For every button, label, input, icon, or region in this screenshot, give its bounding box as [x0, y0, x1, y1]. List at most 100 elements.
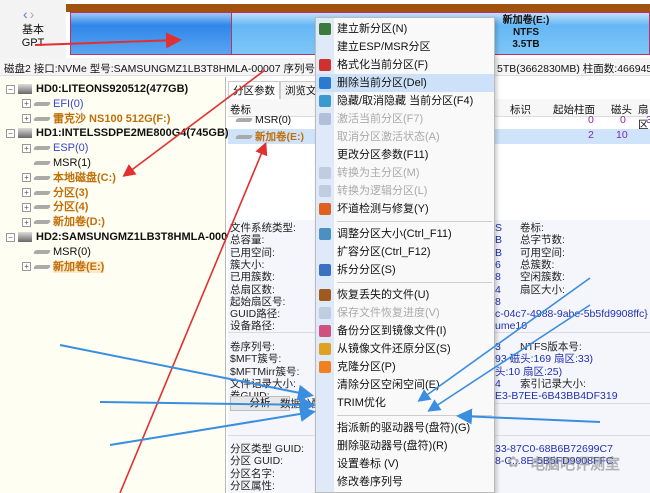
menu-item-label: 指派新的驱动器号(盘符)(G)	[337, 422, 471, 434]
detail-label: 可用空间:	[520, 246, 565, 259]
collapse-icon[interactable]: −	[6, 84, 15, 94]
menu-item-label: 保存文件恢复进度(V)	[337, 307, 440, 319]
detail-label: 总簇数:	[520, 258, 555, 271]
detail-value: 3	[495, 341, 501, 353]
menu-item[interactable]: 清除分区空闲空间(E)	[316, 376, 494, 394]
menu-item[interactable]: TRIM优化	[316, 394, 494, 412]
menu-item: 转换为主分区(M)	[316, 164, 494, 182]
expand-icon[interactable]: +	[22, 99, 31, 109]
menu-item-label: 取消分区激活状态(A)	[337, 131, 440, 143]
menu-item[interactable]: 设置卷标 (V)	[316, 455, 494, 473]
tree-partition[interactable]: +MSR(0)	[22, 245, 91, 259]
menu-item[interactable]: 指派新的驱动器号(盘符)(G)	[316, 419, 494, 437]
resize-icon	[319, 228, 331, 240]
menu-item[interactable]: 删除驱动器号(盘符)(R)	[316, 437, 494, 455]
menu-item[interactable]: 从镜像文件还原分区(S)	[316, 340, 494, 358]
hard-disk-icon	[18, 84, 32, 95]
drive-icon	[32, 101, 52, 106]
drive-icon	[32, 249, 52, 254]
tree-partition[interactable]: + EFI(0)	[22, 97, 84, 111]
tree-item-label: MSR(1)	[53, 157, 91, 169]
expand-icon[interactable]: +	[22, 262, 31, 272]
tree-disk[interactable]: − HD1:INTELSSDPE2ME800G4(745GB)	[6, 126, 229, 140]
menu-item[interactable]: 删除当前分区(Del)	[316, 74, 494, 92]
menu-item-label: 隐藏/取消隐藏 当前分区(F4)	[337, 95, 474, 107]
tree-partition[interactable]: + 分区(3)	[22, 186, 88, 200]
backup-icon	[319, 325, 331, 337]
detail-label: 已用空间:	[230, 246, 275, 259]
drive-icon	[234, 135, 254, 140]
menu-item[interactable]: 隐藏/取消隐藏 当前分区(F4)	[316, 92, 494, 110]
row-label: 新加卷(E:)	[255, 131, 304, 143]
forward-arrow-icon[interactable]: ›	[30, 6, 37, 22]
expand-icon[interactable]: +	[22, 188, 31, 198]
disk-tree: − HD0:LITEONS920512(477GB) + EFI(0) + 雷克沙 NS1…	[0, 77, 240, 493]
disk-type-gpt: GPT	[21, 37, 45, 49]
menu-separator	[337, 282, 492, 283]
menu-separator	[337, 415, 492, 416]
menu-item-label: 清除分区空闲空间(E)	[337, 379, 440, 391]
detail-label: 总字节数:	[520, 234, 565, 247]
detail-value: 6	[495, 258, 501, 271]
hard-disk-icon	[18, 128, 32, 139]
expand-icon[interactable]: +	[22, 217, 31, 227]
menu-item[interactable]: 更改分区参数(F11)	[316, 146, 494, 164]
tree-disk[interactable]: − HD2:SAMSUNGMZ1LB3T8HMLA-00007	[6, 230, 240, 244]
tree-partition[interactable]: +MSR(1)	[22, 156, 91, 170]
detail-label: $MFTMirr簇号:	[230, 365, 300, 378]
tree-partition[interactable]: + 新加卷(E:)	[22, 260, 105, 274]
menu-item[interactable]: 格式化当前分区(F)	[316, 56, 494, 74]
hide-icon	[319, 95, 331, 107]
detail-label: 簇大小:	[230, 258, 265, 271]
detail-value: 4	[495, 283, 501, 296]
detail-label: 分区属性:	[230, 479, 275, 492]
expand-icon[interactable]: +	[22, 143, 31, 153]
tree-disk[interactable]: − HD0:LITEONS920512(477GB)	[6, 82, 188, 96]
expand-icon[interactable]: +	[22, 114, 31, 124]
detail-value: E3-B7EE-6B43BB4DF319	[495, 390, 618, 403]
menu-item[interactable]: 修改卷序列号	[316, 473, 494, 491]
tree-partition[interactable]: + 雷克沙 NS100 512G(F:)	[22, 112, 170, 126]
menu-item-label: 删除驱动器号(盘符)(R)	[337, 440, 448, 452]
menu-item-label: 从镜像文件还原分区(S)	[337, 343, 451, 355]
tree-partition[interactable]: + ESP(0)	[22, 141, 88, 155]
menu-item[interactable]: 扩容分区(Ctrl_F12)	[316, 243, 494, 261]
menu-item[interactable]: 调整分区大小(Ctrl_F11)	[316, 225, 494, 243]
expand-icon[interactable]: +	[22, 173, 31, 183]
menu-item-label: 调整分区大小(Ctrl_F11)	[337, 228, 452, 240]
disk-type-basic: 基本	[22, 24, 44, 36]
menu-item[interactable]: 恢复丢失的文件(U)	[316, 286, 494, 304]
restore-icon	[319, 343, 331, 355]
drive-icon	[32, 190, 52, 195]
tree-partition[interactable]: + 本地磁盘(C:)	[22, 171, 116, 185]
tab-partition-params[interactable]: 分区参数	[228, 81, 280, 100]
expand-icon[interactable]: +	[22, 202, 31, 212]
disk-nav-arrows[interactable]: ‹›	[23, 6, 36, 22]
menu-item[interactable]: 备份分区到镜像文件(I)	[316, 322, 494, 340]
row-start-cyl: 0	[588, 114, 594, 126]
menu-item[interactable]: 坏道检测与修复(Y)	[316, 200, 494, 218]
menu-item[interactable]: 克隆分区(P)	[316, 358, 494, 376]
detail-value: B	[495, 234, 503, 247]
drive-icon	[32, 146, 52, 151]
menu-item[interactable]: 拆分分区(S)	[316, 261, 494, 279]
menu-item[interactable]: 建立新分区(N)	[316, 20, 494, 38]
clone-icon	[319, 361, 331, 373]
activate-icon	[319, 113, 331, 125]
menu-item[interactable]: 建立ESP/MSR分区	[316, 38, 494, 56]
collapse-icon[interactable]: −	[6, 232, 15, 242]
detail-label: 扇区大小:	[520, 283, 565, 296]
row-sector: 3	[646, 114, 650, 126]
partition-block-msr[interactable]	[70, 12, 232, 55]
tree-partition[interactable]: + 新加卷(D:)	[22, 215, 105, 229]
tree-partition[interactable]: + 分区(4)	[22, 200, 88, 214]
collapse-icon[interactable]: −	[6, 128, 15, 138]
menu-item-label: 转换为主分区(M)	[337, 167, 420, 179]
back-arrow-icon[interactable]: ‹	[23, 6, 30, 22]
tree-item-label: 新加卷(D:)	[53, 216, 105, 229]
detail-label: 卷标:	[520, 222, 544, 234]
menu-item-label: 激活当前分区(F7)	[337, 113, 424, 125]
disk-nav-panel: ‹› 基本 GPT	[0, 0, 66, 58]
menu-item: 转换为逻辑分区(L)	[316, 182, 494, 200]
detail-label: NTFS版本号:	[520, 341, 582, 353]
